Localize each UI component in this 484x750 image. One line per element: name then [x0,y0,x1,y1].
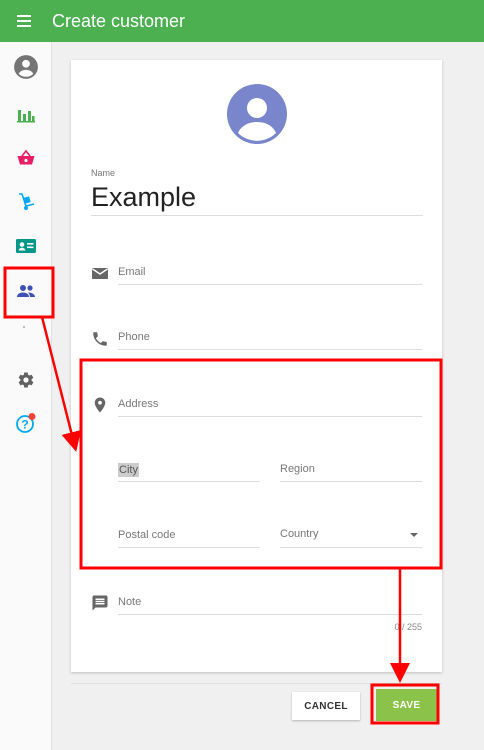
sidebar-item-employees[interactable] [0,226,52,266]
note-field[interactable] [118,589,422,615]
postal-code-field[interactable] [118,522,260,548]
hand-truck-icon [19,193,35,210]
cancel-button[interactable]: CANCEL [292,692,360,720]
phone-icon [93,332,107,346]
sidebar-item-settings[interactable] [0,360,52,400]
country-label: Country [280,528,319,540]
chevron-down-icon [410,533,418,537]
phone-field[interactable] [118,324,422,350]
basket-icon [17,150,35,165]
country-select[interactable]: Country [280,522,422,548]
help-icon: ? [16,413,36,433]
sidebar-item-customers[interactable] [0,271,52,311]
sidebar-item-items[interactable] [0,182,52,222]
person-icon [238,98,276,141]
city-field[interactable] [118,456,260,482]
customer-form-card: Name City Country 0 / 255 [71,60,442,672]
sidebar-separator [23,326,25,328]
sidebar-item-reports[interactable] [0,95,52,135]
hamburger-menu-icon[interactable] [0,0,48,42]
comment-icon [92,595,108,611]
account-circle-icon [14,55,38,79]
name-label: Name [91,168,116,178]
sidebar: ? [0,42,52,750]
email-icon [92,268,108,279]
location-pin-icon [94,397,106,413]
save-button[interactable]: SAVE [376,689,437,721]
bar-chart-icon [17,110,35,123]
page-title: Create customer [52,10,186,31]
avatar[interactable] [227,84,287,144]
region-field[interactable] [280,456,422,482]
contact-card-icon [16,239,36,253]
app-bar: Create customer [0,0,484,42]
address-field[interactable] [118,391,422,417]
people-icon [17,285,35,297]
note-character-counter: 0 / 255 [394,622,422,632]
gear-icon [18,372,34,388]
sidebar-item-help[interactable]: ? [0,403,52,443]
sidebar-item-sales[interactable] [0,138,52,178]
email-field[interactable] [118,259,422,285]
sidebar-item-account[interactable] [0,47,52,87]
svg-text:?: ? [21,418,28,432]
actions-divider [71,683,442,684]
name-field[interactable] [91,180,423,216]
